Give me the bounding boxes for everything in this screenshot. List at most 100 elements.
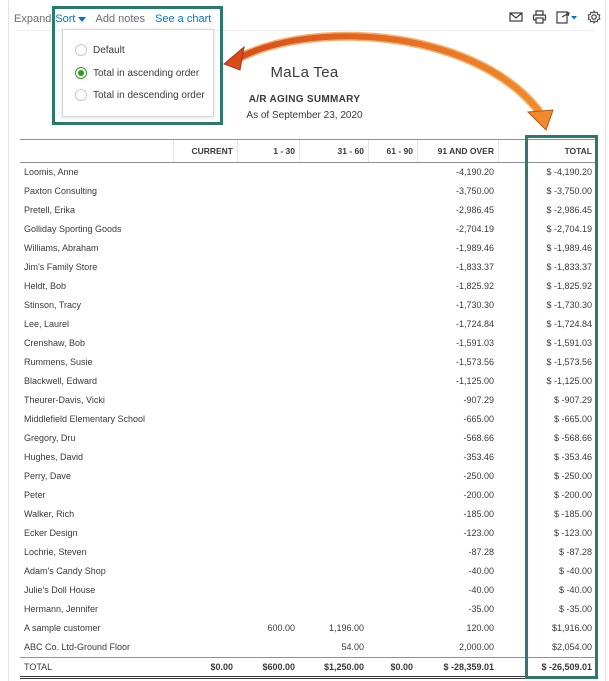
- cell-31-60[interactable]: [299, 429, 368, 448]
- customer-name[interactable]: Adam's Candy Shop: [24, 562, 174, 581]
- customer-name[interactable]: Ecker Design: [24, 524, 174, 543]
- cell-1-30[interactable]: [237, 391, 299, 410]
- table-row[interactable]: Adam's Candy Shop -40.00 $ -40.00: [20, 562, 596, 581]
- cell-1-30[interactable]: [237, 505, 299, 524]
- cell-31-60[interactable]: [299, 239, 368, 258]
- cell-31-60[interactable]: [299, 581, 368, 600]
- table-row[interactable]: Walker, Rich -185.00 $ -185.00: [20, 505, 596, 524]
- cell-total[interactable]: $ -568.66: [498, 429, 596, 448]
- cell-61-90[interactable]: [368, 467, 417, 486]
- cell-91-over[interactable]: -1,724.84: [417, 315, 498, 334]
- cell-current[interactable]: [173, 581, 237, 600]
- cell-current[interactable]: [173, 486, 237, 505]
- cell-91-over[interactable]: -123.00: [417, 524, 498, 543]
- cell-total[interactable]: $2,054.00: [498, 638, 596, 657]
- customer-name[interactable]: Theurer-Davis, Vicki: [24, 391, 174, 410]
- table-row[interactable]: Paxton Consulting -3,750.00 $ -3,750.00: [20, 182, 596, 201]
- cell-total[interactable]: $ -87.28: [498, 543, 596, 562]
- col-header-total[interactable]: TOTAL: [498, 140, 596, 162]
- cell-current[interactable]: [173, 524, 237, 543]
- cell-1-30[interactable]: [237, 258, 299, 277]
- cell-91-over[interactable]: -1,833.37: [417, 258, 498, 277]
- cell-61-90[interactable]: [368, 486, 417, 505]
- cell-total[interactable]: $ -250.00: [498, 467, 596, 486]
- customer-name[interactable]: ABC Co. Ltd-Ground Floor: [24, 638, 174, 657]
- cell-total[interactable]: $ -1,989.46: [498, 239, 596, 258]
- cell-31-60[interactable]: [299, 372, 368, 391]
- cell-61-90[interactable]: [368, 562, 417, 581]
- cell-61-90[interactable]: [368, 372, 417, 391]
- cell-total[interactable]: $ -123.00: [498, 524, 596, 543]
- cell-91-over[interactable]: -200.00: [417, 486, 498, 505]
- cell-1-30[interactable]: [237, 220, 299, 239]
- cell-current[interactable]: [173, 543, 237, 562]
- customer-name[interactable]: Lee, Laurel: [24, 315, 174, 334]
- cell-61-90[interactable]: [368, 429, 417, 448]
- cell-current[interactable]: [173, 258, 237, 277]
- cell-1-30[interactable]: [237, 353, 299, 372]
- cell-total[interactable]: $ -200.00: [498, 486, 596, 505]
- cell-31-60[interactable]: [299, 277, 368, 296]
- col-header-31-60[interactable]: 31 - 60: [299, 140, 368, 162]
- cell-31-60[interactable]: [299, 391, 368, 410]
- sort-option-ascending[interactable]: Total in ascending order: [75, 65, 199, 81]
- customer-name[interactable]: Hermann, Jennifer: [24, 600, 174, 619]
- cell-1-30[interactable]: [237, 467, 299, 486]
- cell-total[interactable]: $ -1,591.03: [498, 334, 596, 353]
- table-row[interactable]: Hughes, David -353.46 $ -353.46: [20, 448, 596, 467]
- table-row[interactable]: Crenshaw, Bob -1,591.03 $ -1,591.03: [20, 334, 596, 353]
- table-row[interactable]: Gregory, Dru -568.66 $ -568.66: [20, 429, 596, 448]
- cell-91-over[interactable]: -2,704.19: [417, 220, 498, 239]
- table-row[interactable]: Williams, Abraham -1,989.46 $ -1,989.46: [20, 239, 596, 258]
- sort-button[interactable]: Sort: [55, 13, 86, 25]
- cell-61-90[interactable]: [368, 258, 417, 277]
- cell-total[interactable]: $ -353.46: [498, 448, 596, 467]
- cell-1-30[interactable]: [237, 372, 299, 391]
- cell-current[interactable]: [173, 201, 237, 220]
- cell-31-60[interactable]: [299, 182, 368, 201]
- cell-31-60[interactable]: [299, 258, 368, 277]
- cell-total[interactable]: $ -35.00: [498, 600, 596, 619]
- cell-61-90[interactable]: [368, 163, 417, 182]
- export-icon[interactable]: [556, 10, 578, 24]
- cell-total[interactable]: $ -1,825.92: [498, 277, 596, 296]
- table-row[interactable]: Pretell, Erika -2,986.45 $ -2,986.45: [20, 201, 596, 220]
- cell-current[interactable]: [173, 410, 237, 429]
- table-row[interactable]: Lochrie, Steven -87.28 $ -87.28: [20, 543, 596, 562]
- cell-1-30[interactable]: [237, 429, 299, 448]
- table-row[interactable]: A sample customer 600.00 1,196.00 120.00 $1,…: [20, 619, 596, 638]
- table-row[interactable]: Julie's Doll House -40.00 $ -40.00: [20, 581, 596, 600]
- customer-name[interactable]: Blackwell, Edward: [24, 372, 174, 391]
- cell-91-over[interactable]: -665.00: [417, 410, 498, 429]
- cell-total[interactable]: $ -1,724.84: [498, 315, 596, 334]
- add-notes-link[interactable]: Add notes: [96, 13, 146, 25]
- table-row[interactable]: Ecker Design -123.00 $ -123.00: [20, 524, 596, 543]
- cell-1-30[interactable]: [237, 562, 299, 581]
- cell-total[interactable]: $ -1,125.00: [498, 372, 596, 391]
- cell-91-over[interactable]: -1,573.56: [417, 353, 498, 372]
- cell-1-30[interactable]: [237, 201, 299, 220]
- cell-total[interactable]: $ -2,986.45: [498, 201, 596, 220]
- cell-31-60[interactable]: [299, 410, 368, 429]
- customer-name[interactable]: Crenshaw, Bob: [24, 334, 174, 353]
- cell-1-30[interactable]: [237, 410, 299, 429]
- col-header-current[interactable]: CURRENT: [173, 140, 237, 162]
- cell-91-over[interactable]: -568.66: [417, 429, 498, 448]
- cell-total[interactable]: $ -907.29: [498, 391, 596, 410]
- cell-31-60[interactable]: [299, 163, 368, 182]
- cell-91-over[interactable]: -250.00: [417, 467, 498, 486]
- table-row[interactable]: Rummens, Susie -1,573.56 $ -1,573.56: [20, 353, 596, 372]
- cell-61-90[interactable]: [368, 619, 417, 638]
- cell-61-90[interactable]: [368, 581, 417, 600]
- cell-1-30[interactable]: [237, 581, 299, 600]
- cell-31-60[interactable]: 54.00: [299, 638, 368, 657]
- cell-61-90[interactable]: [368, 220, 417, 239]
- cell-1-30[interactable]: [237, 239, 299, 258]
- customer-name[interactable]: Paxton Consulting: [24, 182, 174, 201]
- cell-61-90[interactable]: [368, 353, 417, 372]
- customer-name[interactable]: Middlefield Elementary School: [24, 410, 174, 429]
- cell-total[interactable]: $ -3,750.00: [498, 182, 596, 201]
- cell-61-90[interactable]: [368, 182, 417, 201]
- cell-61-90[interactable]: [368, 277, 417, 296]
- table-row[interactable]: Perry, Dave -250.00 $ -250.00: [20, 467, 596, 486]
